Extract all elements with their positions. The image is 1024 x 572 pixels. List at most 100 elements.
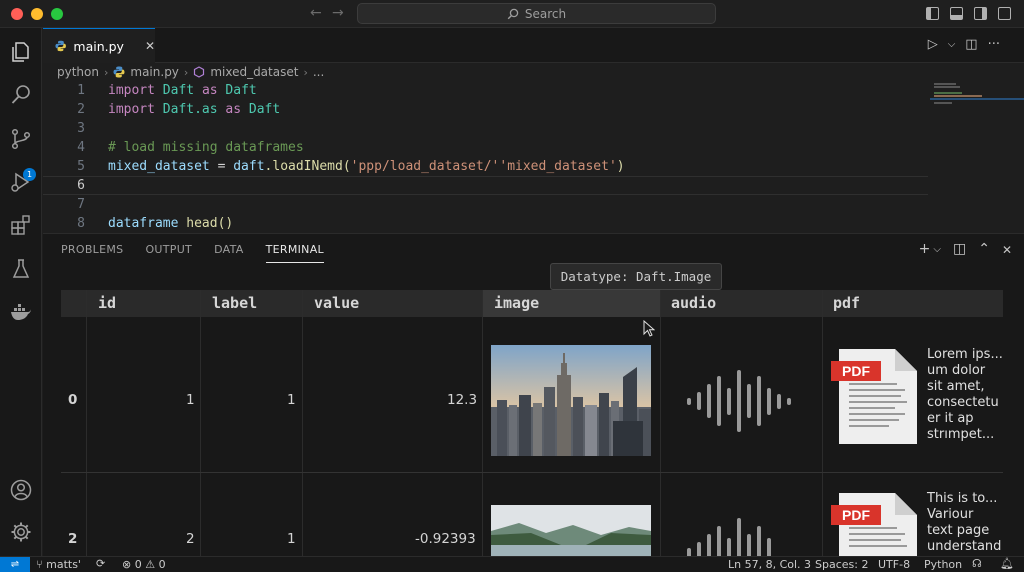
cell-id: 2 (186, 531, 195, 547)
search-icon (507, 8, 519, 19)
breadcrumb-folder[interactable]: python (57, 65, 99, 79)
maximize-panel-chevron-up-icon[interactable]: ⌃ (978, 241, 990, 257)
chevron-right-icon: › (303, 65, 308, 79)
row-index: 2 (68, 531, 78, 547)
git-branch-icon: ⑂ (36, 558, 43, 571)
docker-icon[interactable] (9, 300, 33, 324)
current-code-line: 6 (43, 176, 928, 195)
indentation[interactable]: Spaces: 2 (815, 558, 868, 571)
breadcrumb: python › main.py › mixed_dataset › ... (43, 63, 324, 81)
column-header-value[interactable]: value (314, 290, 359, 317)
close-panel-icon[interactable]: ✕ (1002, 243, 1012, 257)
split-editor-icon[interactable]: ◫ (965, 37, 977, 52)
tab-terminal[interactable]: TERMINAL (265, 243, 324, 263)
search-icon[interactable] (9, 83, 33, 107)
pdf-document-icon[interactable]: PDF (831, 493, 919, 557)
activity-bar: 1 (0, 28, 42, 556)
minimize-window-button[interactable] (31, 8, 43, 20)
back-arrow-icon[interactable]: ← (310, 5, 322, 21)
command-center-search[interactable]: Search (357, 3, 716, 24)
code-text: mixed_dataset = daft.loadINemd('ppp/load… (108, 159, 625, 174)
problems-indicator[interactable]: ⊗ 0 ⚠ 0 (122, 558, 166, 571)
more-actions-icon[interactable]: ··· (988, 37, 1000, 52)
maximize-window-button[interactable] (51, 8, 63, 20)
python-file-icon (113, 66, 125, 78)
terminal-dropdown-chevron-icon[interactable]: ⌵ (933, 244, 941, 257)
extensions-icon[interactable] (9, 213, 33, 237)
line-number: 5 (77, 159, 85, 174)
cell-value: 12.3 (447, 392, 478, 408)
minimap[interactable] (930, 81, 1024, 233)
pdf-badge-label: PDF (842, 507, 870, 523)
source-control-icon[interactable] (9, 127, 33, 151)
title-bar: ← → Search (0, 0, 1024, 28)
language-mode[interactable]: Python (924, 558, 962, 571)
breadcrumb-file[interactable]: main.py (130, 65, 179, 79)
column-header-pdf[interactable]: pdf (833, 290, 860, 317)
code-line: 8 dataframe head() (43, 214, 928, 233)
toggle-secondary-sidebar-icon[interactable] (974, 7, 987, 20)
tab-problems[interactable]: PROBLEMS (61, 243, 123, 263)
cell-label: 1 (287, 531, 296, 547)
pdf-badge-label: PDF (842, 363, 870, 379)
cityscape-image[interactable] (491, 345, 651, 456)
code-editor[interactable]: 1 import Daft as Daft 2 import Daft.as a… (43, 81, 1024, 233)
line-number: 3 (77, 121, 85, 136)
audio-waveform-icon[interactable] (685, 370, 797, 432)
remote-indicator-icon[interactable]: ⇌ (0, 557, 30, 572)
mouse-cursor-icon (643, 320, 655, 337)
line-number: 2 (77, 102, 85, 117)
cell-value: -0.92393 (415, 531, 476, 547)
branch-indicator[interactable]: ⑂ matts' (36, 558, 81, 571)
run-file-icon[interactable]: ▷ (928, 37, 938, 52)
code-line: 7 (43, 195, 928, 214)
split-terminal-icon[interactable]: ◫ (953, 241, 966, 257)
encoding[interactable]: UTF-8 (878, 558, 910, 571)
run-debug-icon[interactable] (9, 170, 33, 194)
account-icon[interactable] (9, 478, 33, 502)
code-line: 2 import Daft.as as Daft (43, 100, 928, 119)
testing-flask-icon[interactable] (9, 257, 33, 281)
warning-icon: ⚠ (145, 558, 156, 571)
code-line: 5 mixed_dataset = daft.loadINemd('ppp/lo… (43, 157, 928, 176)
code-line: 3 (43, 119, 928, 138)
run-options-chevron-icon[interactable]: ⌵ (948, 39, 956, 52)
sync-icon[interactable]: ⟳ (96, 557, 105, 570)
column-header-audio[interactable]: audio (671, 290, 716, 317)
breadcrumb-symbol[interactable]: mixed_dataset (210, 65, 298, 79)
feedback-icon[interactable]: ☊ (972, 557, 982, 570)
pdf-preview-text: Lorem ips... um dolor sit amet, consecte… (927, 347, 1003, 442)
datatype-tooltip: Datatype: Daft.Image (550, 263, 722, 290)
close-window-button[interactable] (11, 8, 23, 20)
tab-output[interactable]: OUTPUT (145, 243, 192, 263)
toggle-sidebar-icon[interactable] (926, 7, 939, 20)
forward-arrow-icon[interactable]: → (332, 5, 344, 21)
code-text: dataframe head() (108, 216, 234, 231)
close-tab-icon[interactable]: ✕ (145, 39, 155, 53)
manage-gear-icon[interactable] (9, 520, 33, 544)
cursor-position[interactable]: Ln 57, 8, Col. 3 (728, 558, 811, 571)
pdf-document-icon[interactable]: PDF (831, 349, 919, 444)
column-header-image[interactable]: image (482, 290, 660, 317)
code-line: 1 import Daft as Daft (43, 81, 928, 100)
breadcrumb-more[interactable]: ... (313, 65, 324, 79)
tab-label: main.py (73, 38, 124, 54)
line-number: 4 (77, 140, 85, 155)
customize-layout-icon[interactable] (998, 7, 1011, 20)
column-header-label[interactable]: label (212, 290, 257, 317)
notifications-bell-icon[interactable]: 🔔︎ (1000, 557, 1014, 570)
tab-data[interactable]: DATA (214, 243, 244, 263)
line-number: 6 (77, 178, 85, 193)
status-bar: ⇌ ⑂ matts' ⟳ ⊗ 0 ⚠ 0 Ln 57, 8, Col. 3 Sp… (0, 556, 1024, 572)
tab-main-py[interactable]: main.py ✕ (43, 28, 155, 63)
new-terminal-icon[interactable]: + (919, 241, 931, 257)
cell-label: 1 (287, 392, 296, 408)
mountain-lake-image[interactable] (491, 505, 651, 557)
pdf-preview-text: This is to... Variour text page understa… (927, 491, 1002, 554)
search-label: Search (524, 6, 567, 21)
column-header-id[interactable]: id (98, 290, 116, 317)
audio-waveform-icon[interactable] (685, 512, 797, 557)
toggle-panel-icon[interactable] (950, 7, 963, 20)
row-index: 0 (68, 392, 78, 408)
explorer-icon[interactable] (9, 40, 33, 64)
